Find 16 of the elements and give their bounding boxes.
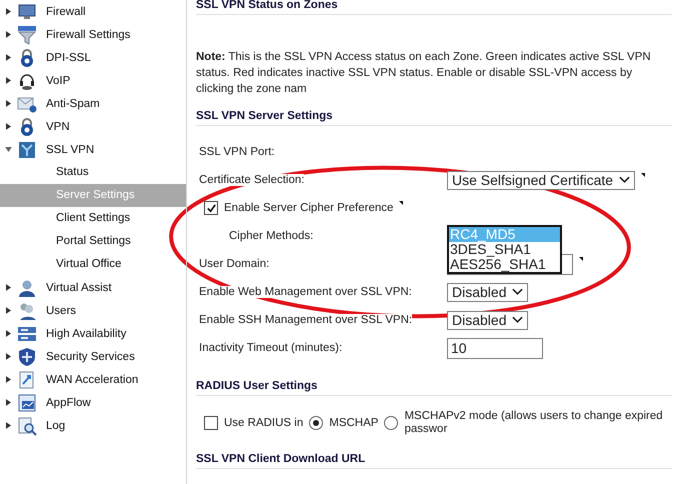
section-heading: RADIUS User Settings	[196, 379, 672, 396]
checkbox-label: Enable Server Cipher Preference	[224, 202, 394, 214]
radio-label: MSCHAP	[329, 417, 378, 429]
field-label: User Domain:	[199, 258, 270, 270]
section-heading: SSL VPN Status on Zones	[196, 0, 672, 15]
field-label: Enable SSH Management over SSL VPN:	[199, 314, 412, 326]
section-heading: SSL VPN Server Settings	[196, 109, 672, 126]
note-text: Note: This is the SSL VPN Access status on each Zone. Green indicates active SSL VPN status. Red indicates inactive SSL VPN status. Enable or disable SSL-VPN access by clicking the zone nam	[196, 50, 652, 97]
field-label: Certificate Selection:	[199, 174, 304, 186]
field-label: Enable Web Management over SSL VPN:	[199, 286, 412, 298]
field-label: Inactivity Timeout (minutes):	[199, 342, 342, 354]
checkbox-label: Use RADIUS in	[224, 417, 304, 429]
field-label: Cipher Methods:	[229, 230, 314, 242]
radio-label: MSCHAPv2 mode (allows users to change expired passwor	[404, 410, 664, 436]
section-heading: SSL VPN Client Download URL	[196, 452, 672, 469]
field-label: SSL VPN Port:	[199, 146, 275, 158]
